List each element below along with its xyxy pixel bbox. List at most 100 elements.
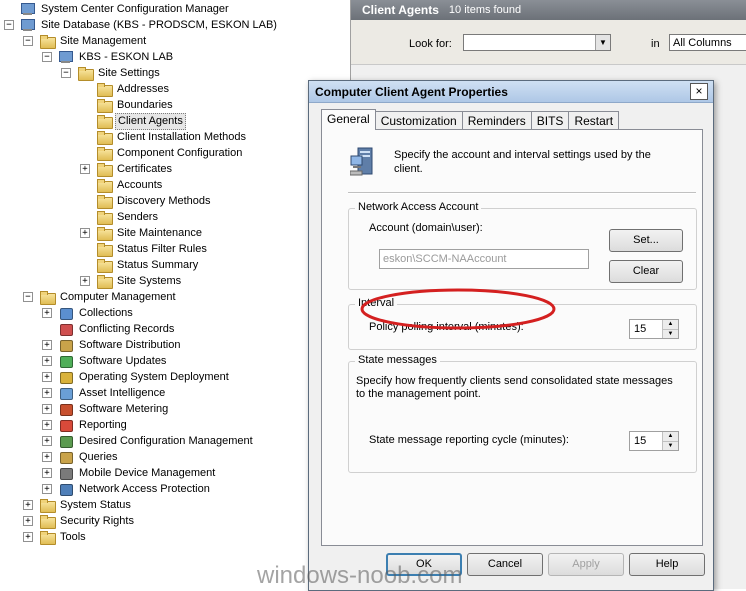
spinner-arrows[interactable]: ▲ ▼ xyxy=(662,320,678,338)
console-tree: System Center Configuration Manager − Site… xyxy=(0,0,350,589)
tab-bits[interactable]: BITS xyxy=(530,111,570,130)
tree-item-certificates[interactable]: + Certificates xyxy=(80,161,174,177)
collapse-icon[interactable]: − xyxy=(4,20,14,30)
tree-item-boundaries[interactable]: Boundaries xyxy=(96,97,175,113)
folder-icon xyxy=(96,226,113,241)
state-messages-title: State messages xyxy=(355,354,440,366)
tree-item-discovery-methods[interactable]: Discovery Methods xyxy=(96,193,213,209)
tree-item-kbs-eskon-lab[interactable]: − KBS - ESKON LAB xyxy=(42,49,175,65)
tree-item-label: Network Access Protection xyxy=(79,482,210,495)
tree-item-system-center-configuration-manager[interactable]: System Center Configuration Manager xyxy=(20,1,231,17)
tree-item-site-systems[interactable]: + Site Systems xyxy=(80,273,183,289)
tree-item-collections[interactable]: + Collections xyxy=(42,305,135,321)
tree-item-network-access-protection[interactable]: + Network Access Protection xyxy=(42,481,212,497)
clear-button[interactable]: Clear xyxy=(609,260,683,283)
spin-down-icon[interactable]: ▼ xyxy=(663,441,678,450)
polling-interval-spinner[interactable]: 15 ▲ ▼ xyxy=(629,319,679,339)
tree-item-software-distribution[interactable]: + Software Distribution xyxy=(42,337,183,353)
expand-icon[interactable]: + xyxy=(42,452,52,462)
tree-item-site-management[interactable]: − Site Management xyxy=(23,33,148,49)
expand-icon[interactable]: + xyxy=(42,420,52,430)
tree-item-software-updates[interactable]: + Software Updates xyxy=(42,353,168,369)
expand-icon[interactable]: + xyxy=(42,436,52,446)
tree-item-site-database-kbs-prodscm-eskon-lab[interactable]: − Site Database (KBS - PRODSCM, ESKON LAB… xyxy=(4,17,279,33)
folder-icon xyxy=(96,114,113,129)
tree-item-status-filter-rules[interactable]: Status Filter Rules xyxy=(96,241,209,257)
network-access-title: Network Access Account xyxy=(355,201,482,213)
expand-icon[interactable]: + xyxy=(42,308,52,318)
tree-item-queries[interactable]: + Queries xyxy=(42,449,120,465)
tree-item-tools[interactable]: + Tools xyxy=(23,529,88,545)
tree-item-addresses[interactable]: Addresses xyxy=(96,81,171,97)
expand-icon[interactable]: + xyxy=(23,516,33,526)
expand-icon[interactable]: + xyxy=(80,276,90,286)
in-columns-combo[interactable]: All Columns xyxy=(669,34,746,51)
expand-icon[interactable]: + xyxy=(80,228,90,238)
tab-strip: General Customization Reminders BITS Res… xyxy=(321,109,620,130)
results-header: Client Agents 10 items found xyxy=(351,0,746,20)
spin-down-icon[interactable]: ▼ xyxy=(663,329,678,338)
reporting-cycle-label: State message reporting cycle (minutes): xyxy=(369,434,569,446)
close-icon[interactable]: × xyxy=(690,83,708,100)
look-for-combo[interactable]: ▼ xyxy=(463,34,611,51)
expand-icon[interactable]: + xyxy=(80,164,90,174)
expand-icon[interactable]: + xyxy=(42,388,52,398)
expand-icon[interactable]: + xyxy=(23,500,33,510)
tree-item-label: Accounts xyxy=(117,178,163,191)
node-icon xyxy=(58,418,74,432)
tree-item-site-settings[interactable]: − Site Settings xyxy=(61,65,162,81)
tab-customization[interactable]: Customization xyxy=(374,111,463,130)
tree-item-desired-configuration-management[interactable]: + Desired Configuration Management xyxy=(42,433,255,449)
tree-item-label: KBS - ESKON LAB xyxy=(79,50,174,63)
apply-button[interactable]: Apply xyxy=(548,553,624,576)
tree-item-site-maintenance[interactable]: + Site Maintenance xyxy=(80,225,204,241)
chevron-down-icon[interactable]: ▼ xyxy=(595,35,610,50)
tree-item-label: Site Settings xyxy=(98,66,160,79)
collapse-icon[interactable]: − xyxy=(42,52,52,62)
tree-item-security-rights[interactable]: + Security Rights xyxy=(23,513,136,529)
tree-item-mobile-device-management[interactable]: + Mobile Device Management xyxy=(42,465,217,481)
cancel-button[interactable]: Cancel xyxy=(467,553,543,576)
expand-icon[interactable]: + xyxy=(42,404,52,414)
results-count: 10 items found xyxy=(448,4,522,16)
tree-item-conflicting-records[interactable]: Conflicting Records xyxy=(58,321,176,337)
spin-up-icon[interactable]: ▲ xyxy=(663,432,678,441)
expand-icon[interactable]: + xyxy=(42,484,52,494)
expand-icon[interactable]: + xyxy=(42,340,52,350)
expand-icon[interactable]: + xyxy=(42,372,52,382)
tree-item-status-summary[interactable]: Status Summary xyxy=(96,257,200,273)
set-button[interactable]: Set... xyxy=(609,229,683,252)
reporting-cycle-spinner[interactable]: 15 ▲ ▼ xyxy=(629,431,679,451)
folder-icon xyxy=(39,290,56,305)
expand-icon[interactable]: + xyxy=(42,356,52,366)
interval-group: Interval Policy polling interval (minute… xyxy=(348,297,697,350)
tree-item-accounts[interactable]: Accounts xyxy=(96,177,164,193)
spin-up-icon[interactable]: ▲ xyxy=(663,320,678,329)
folder-icon xyxy=(96,194,113,209)
collapse-icon[interactable]: − xyxy=(23,36,33,46)
expand-icon[interactable]: + xyxy=(23,532,33,542)
tab-reminders[interactable]: Reminders xyxy=(461,111,532,130)
tab-restart[interactable]: Restart xyxy=(568,111,620,130)
tree-item-reporting[interactable]: + Reporting xyxy=(42,417,129,433)
tree-item-software-metering[interactable]: + Software Metering xyxy=(42,401,170,417)
dialog-titlebar[interactable]: Computer Client Agent Properties × xyxy=(309,81,713,103)
tree-item-label: Desired Configuration Management xyxy=(79,434,253,447)
spinner-arrows[interactable]: ▲ ▼ xyxy=(662,432,678,450)
polling-interval-label: Policy polling interval (minutes): xyxy=(369,321,524,333)
tree-item-label: Software Metering xyxy=(79,402,169,415)
tree-item-operating-system-deployment[interactable]: + Operating System Deployment xyxy=(42,369,231,385)
tree-item-computer-management[interactable]: − Computer Management xyxy=(23,289,178,305)
tree-item-asset-intelligence[interactable]: + Asset Intelligence xyxy=(42,385,167,401)
account-field[interactable]: eskon\SCCM-NAAccount xyxy=(379,249,589,269)
help-button[interactable]: Help xyxy=(629,553,705,576)
tree-item-client-agents[interactable]: Client Agents xyxy=(96,112,186,130)
expand-icon[interactable]: + xyxy=(42,468,52,478)
tree-item-system-status[interactable]: + System Status xyxy=(23,497,133,513)
collapse-icon[interactable]: − xyxy=(61,68,71,78)
tree-item-component-configuration[interactable]: Component Configuration xyxy=(96,145,244,161)
tree-item-client-installation-methods[interactable]: Client Installation Methods xyxy=(96,129,248,145)
tree-item-senders[interactable]: Senders xyxy=(96,209,160,225)
tab-general[interactable]: General xyxy=(321,109,376,130)
collapse-icon[interactable]: − xyxy=(23,292,33,302)
